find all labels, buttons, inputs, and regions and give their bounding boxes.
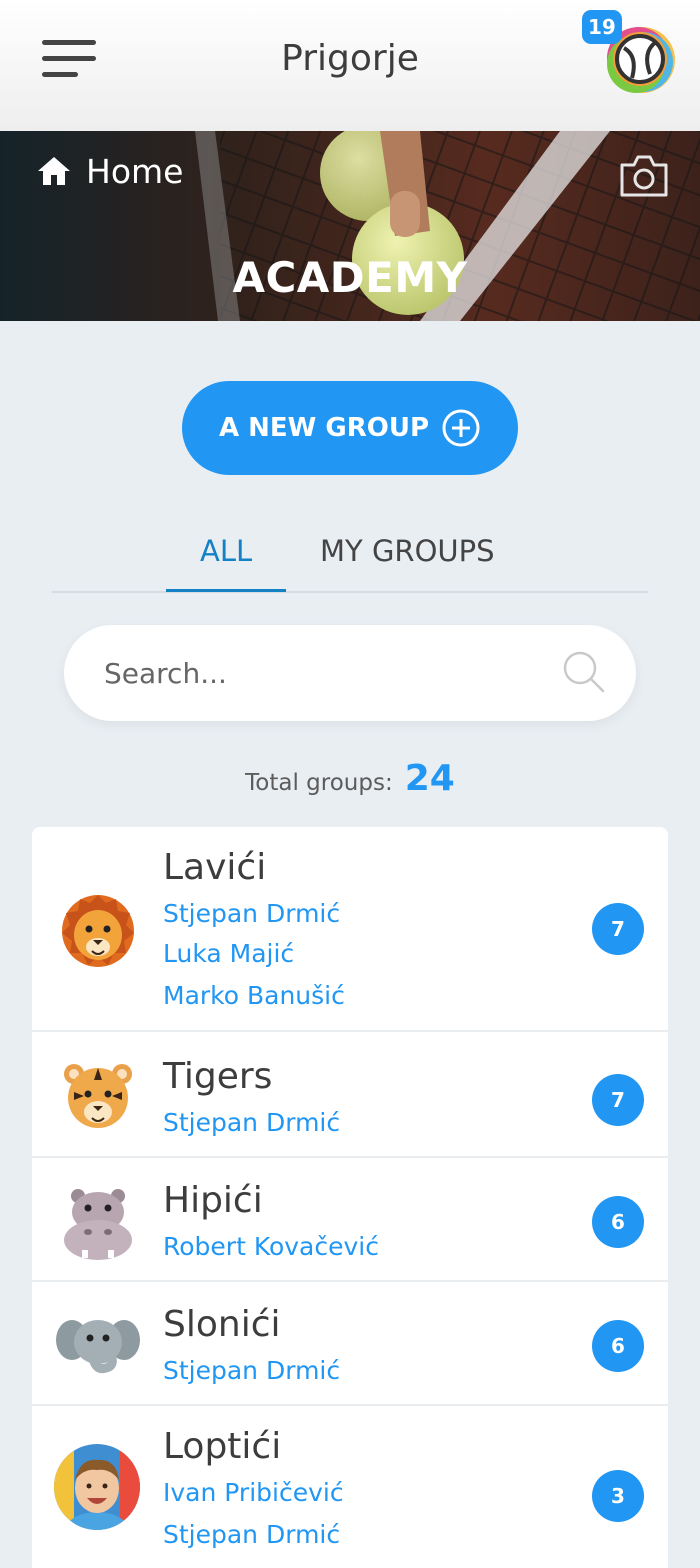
search-box <box>64 625 636 721</box>
group-list: Lavići Stjepan Drmić Luka Majić Marko Ba… <box>32 827 668 1568</box>
group-row[interactable]: Lavići Stjepan Drmić Luka Majić Marko Ba… <box>32 827 668 1032</box>
total-groups-value: 24 <box>404 758 455 799</box>
group-row[interactable]: Hipići Robert Kovačević 6 <box>32 1158 668 1282</box>
active-tab-indicator <box>166 589 286 592</box>
member-count-badge: 6 <box>592 1196 644 1248</box>
coach-name[interactable]: Marko Banušić <box>163 981 345 1010</box>
plus-circle-icon <box>442 409 480 447</box>
group-name: Tigers <box>163 1056 273 1097</box>
child-photo <box>54 1444 140 1530</box>
total-groups-label: Total groups: <box>245 770 393 796</box>
tab-my-groups[interactable]: MY GROUPS <box>320 534 495 568</box>
group-name: Slonići <box>163 1304 281 1345</box>
search-icon[interactable] <box>562 650 606 694</box>
coach-name[interactable]: Stjepan Drmić <box>163 1108 340 1137</box>
new-group-label: A NEW GROUP <box>218 413 430 443</box>
search-input[interactable] <box>104 651 524 695</box>
new-group-button[interactable]: A NEW GROUP <box>182 381 518 475</box>
coach-name[interactable]: Robert Kovačević <box>163 1232 379 1261</box>
app-title: Prigorje <box>281 38 419 79</box>
section-title: ACADEMY <box>232 253 468 302</box>
group-row[interactable]: Tigers Stjepan Drmić 7 <box>32 1032 668 1158</box>
top-bar: Prigorje 19 <box>0 0 700 131</box>
coach-name[interactable]: Luka Majić <box>163 939 294 968</box>
group-name: Hipići <box>163 1180 263 1221</box>
home-label: Home <box>86 151 184 191</box>
group-row[interactable]: Loptići Ivan Pribičević Stjepan Drmić 3 <box>32 1406 668 1568</box>
member-count-badge: 6 <box>592 1320 644 1372</box>
group-row[interactable]: Slonići Stjepan Drmić 6 <box>32 1282 668 1406</box>
elephant-icon <box>56 1320 140 1374</box>
coach-name[interactable]: Ivan Pribičević <box>163 1478 344 1507</box>
camera-icon[interactable] <box>618 153 670 199</box>
home-link[interactable]: Home <box>36 151 183 191</box>
member-count-badge: 7 <box>592 1074 644 1126</box>
home-icon <box>38 157 70 185</box>
group-name: Lavići <box>163 847 267 888</box>
hero-banner: Home ACADEMY <box>0 131 700 321</box>
member-count-badge: 3 <box>592 1470 644 1522</box>
coach-name[interactable]: Stjepan Drmić <box>163 1356 340 1385</box>
tab-all[interactable]: ALL <box>200 534 252 568</box>
lion-icon <box>62 895 134 967</box>
coach-name[interactable]: Stjepan Drmić <box>163 899 340 928</box>
member-count-badge: 7 <box>592 903 644 955</box>
total-groups: Total groups: 24 <box>0 758 700 799</box>
tiger-icon <box>64 1064 132 1128</box>
notification-badge[interactable]: 19 <box>582 10 622 44</box>
hippo-icon <box>64 1189 132 1260</box>
group-name: Loptići <box>163 1426 282 1467</box>
coach-name[interactable]: Stjepan Drmić <box>163 1520 340 1549</box>
group-filter-tabs: ALL MY GROUPS <box>52 520 648 593</box>
